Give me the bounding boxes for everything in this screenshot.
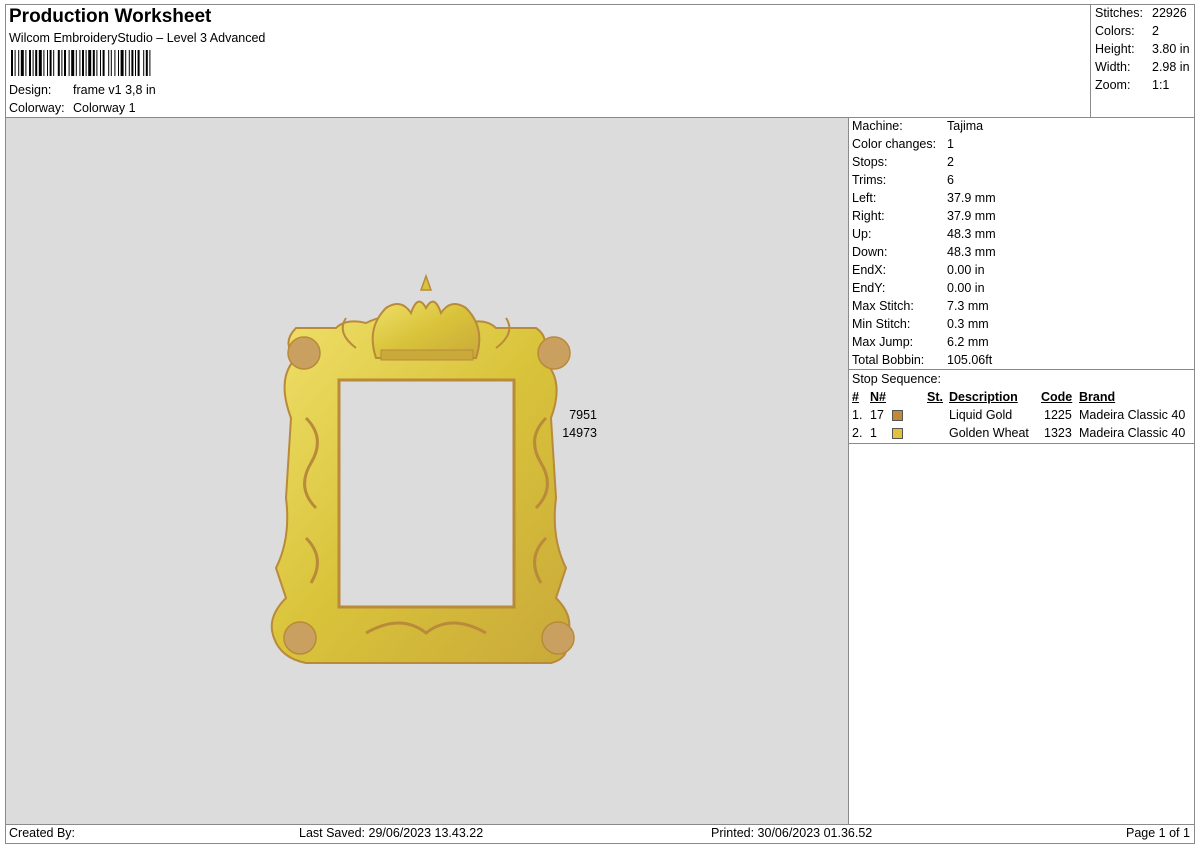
height-value: 3.80 in <box>1152 42 1190 56</box>
stop-row-needle: 17 <box>870 408 884 422</box>
stop-row-needle: 1 <box>870 426 877 440</box>
stop-row-number: 1. <box>852 408 863 422</box>
colorway-label: Colorway: <box>9 101 65 115</box>
info-value: 0.00 in <box>947 281 985 295</box>
info-value: 105.06ft <box>947 353 993 367</box>
info-value: 37.9 mm <box>947 191 996 205</box>
barcode-image <box>11 50 151 76</box>
info-label: Machine: <box>852 119 903 133</box>
info-value: 0.00 in <box>947 263 985 277</box>
zoom-value: 1:1 <box>1152 78 1170 92</box>
color-swatch <box>892 410 903 421</box>
info-value: 6 <box>947 173 954 187</box>
page-title: Production Worksheet <box>9 6 212 27</box>
colors-label: Colors: <box>1095 24 1135 38</box>
stitches-label: Stitches: <box>1095 6 1143 20</box>
created-by: Created By: <box>9 826 76 840</box>
stop-row-code: 1225 <box>1044 408 1072 422</box>
stop-row-code: 1323 <box>1044 426 1072 440</box>
info-label: Min Stitch: <box>852 317 911 331</box>
info-value: 2 <box>947 155 954 169</box>
info-label: Trims: <box>852 173 887 187</box>
info-label: Max Jump: <box>852 335 914 349</box>
stop-row-description: Golden Wheat <box>949 426 1029 440</box>
color-swatch <box>892 428 903 439</box>
stitches-value: 22926 <box>1152 6 1187 20</box>
info-value: 6.2 mm <box>947 335 989 349</box>
software-subtitle: Wilcom EmbroideryStudio – Level 3 Advanc… <box>9 31 266 45</box>
header-code: Code <box>1041 390 1073 404</box>
height-label: Height: <box>1095 42 1135 56</box>
stop-row-brand: Madeira Classic 40 <box>1079 426 1186 440</box>
design-label: Design: <box>9 83 52 97</box>
info-label: Left: <box>852 191 877 205</box>
info-value: 48.3 mm <box>947 227 996 241</box>
stop-row-stitches: 14973 <box>562 426 597 440</box>
colors-value: 2 <box>1152 24 1159 38</box>
page-number: Page 1 of 1 <box>1126 826 1190 840</box>
header-description: Description <box>949 390 1018 404</box>
stop-sequence-title: Stop Sequence: <box>852 372 941 386</box>
info-value: 1 <box>947 137 954 151</box>
stop-row-stitches: 7951 <box>569 408 597 422</box>
stop-table-divider <box>848 443 1195 444</box>
header-brand: Brand <box>1079 390 1116 404</box>
info-label: Stops: <box>852 155 888 169</box>
info-value: 7.3 mm <box>947 299 989 313</box>
info-value: 0.3 mm <box>947 317 989 331</box>
info-label: Total Bobbin: <box>852 353 925 367</box>
info-panel-divider <box>848 117 849 824</box>
info-value: 37.9 mm <box>947 209 996 223</box>
info-divider <box>848 369 1195 370</box>
embroidery-frame-design <box>270 273 575 664</box>
info-label: EndY: <box>852 281 886 295</box>
info-label: Right: <box>852 209 885 223</box>
stop-row-brand: Madeira Classic 40 <box>1079 408 1186 422</box>
info-label: Up: <box>852 227 872 241</box>
header-num: # <box>852 390 859 404</box>
info-label: Down: <box>852 245 888 259</box>
stop-row-description: Liquid Gold <box>949 408 1013 422</box>
width-label: Width: <box>1095 60 1131 74</box>
width-value: 2.98 in <box>1152 60 1190 74</box>
colorway-value: Colorway 1 <box>73 101 136 115</box>
info-value: Tajima <box>947 119 984 133</box>
info-label: Max Stitch: <box>852 299 914 313</box>
footer-divider <box>5 824 1195 825</box>
design-canvas <box>6 118 848 824</box>
summary-divider <box>1090 4 1091 117</box>
zoom-label: Zoom: <box>1095 78 1131 92</box>
header-needle: N# <box>870 390 886 404</box>
printed-date: Printed: 30/06/2023 01.36.52 <box>711 826 873 840</box>
design-value: frame v1 3,8 in <box>73 83 156 97</box>
info-label: Color changes: <box>852 137 937 151</box>
stop-row-number: 2. <box>852 426 863 440</box>
info-value: 48.3 mm <box>947 245 996 259</box>
header-stitches: St. <box>927 390 943 404</box>
info-label: EndX: <box>852 263 887 277</box>
last-saved: Last Saved: 29/06/2023 13.43.22 <box>299 826 484 840</box>
